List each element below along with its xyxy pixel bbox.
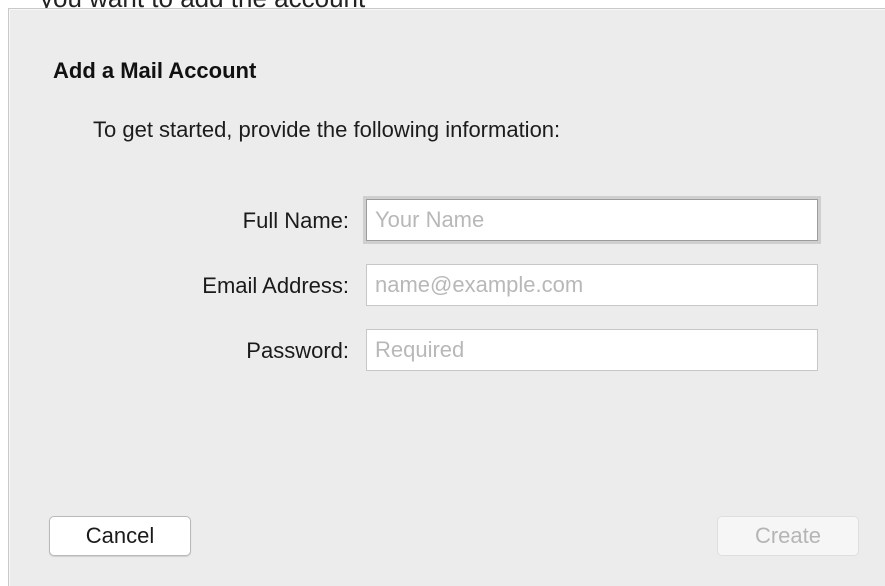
dialog-instructions: To get started, provide the following in… [93,117,561,142]
password-input[interactable] [366,329,818,371]
full-name-label: Full Name: [242,208,349,233]
full-name-input[interactable] [366,199,818,241]
dialog-title: Add a Mail Account [53,58,257,83]
create-button[interactable]: Create [717,516,859,556]
background-window-edge: you want to add the account [0,0,885,8]
cancel-button[interactable]: Cancel [49,516,191,556]
add-mail-account-dialog: Add a Mail Account To get started, provi… [8,8,885,586]
password-label: Password: [246,338,349,363]
password-row: Password: [9,329,885,373]
email-address-label: Email Address: [202,273,349,298]
email-address-input[interactable] [366,264,818,306]
full-name-row: Full Name: [9,199,885,243]
background-text: you want to add the account [40,0,365,8]
email-address-row: Email Address: [9,264,885,308]
